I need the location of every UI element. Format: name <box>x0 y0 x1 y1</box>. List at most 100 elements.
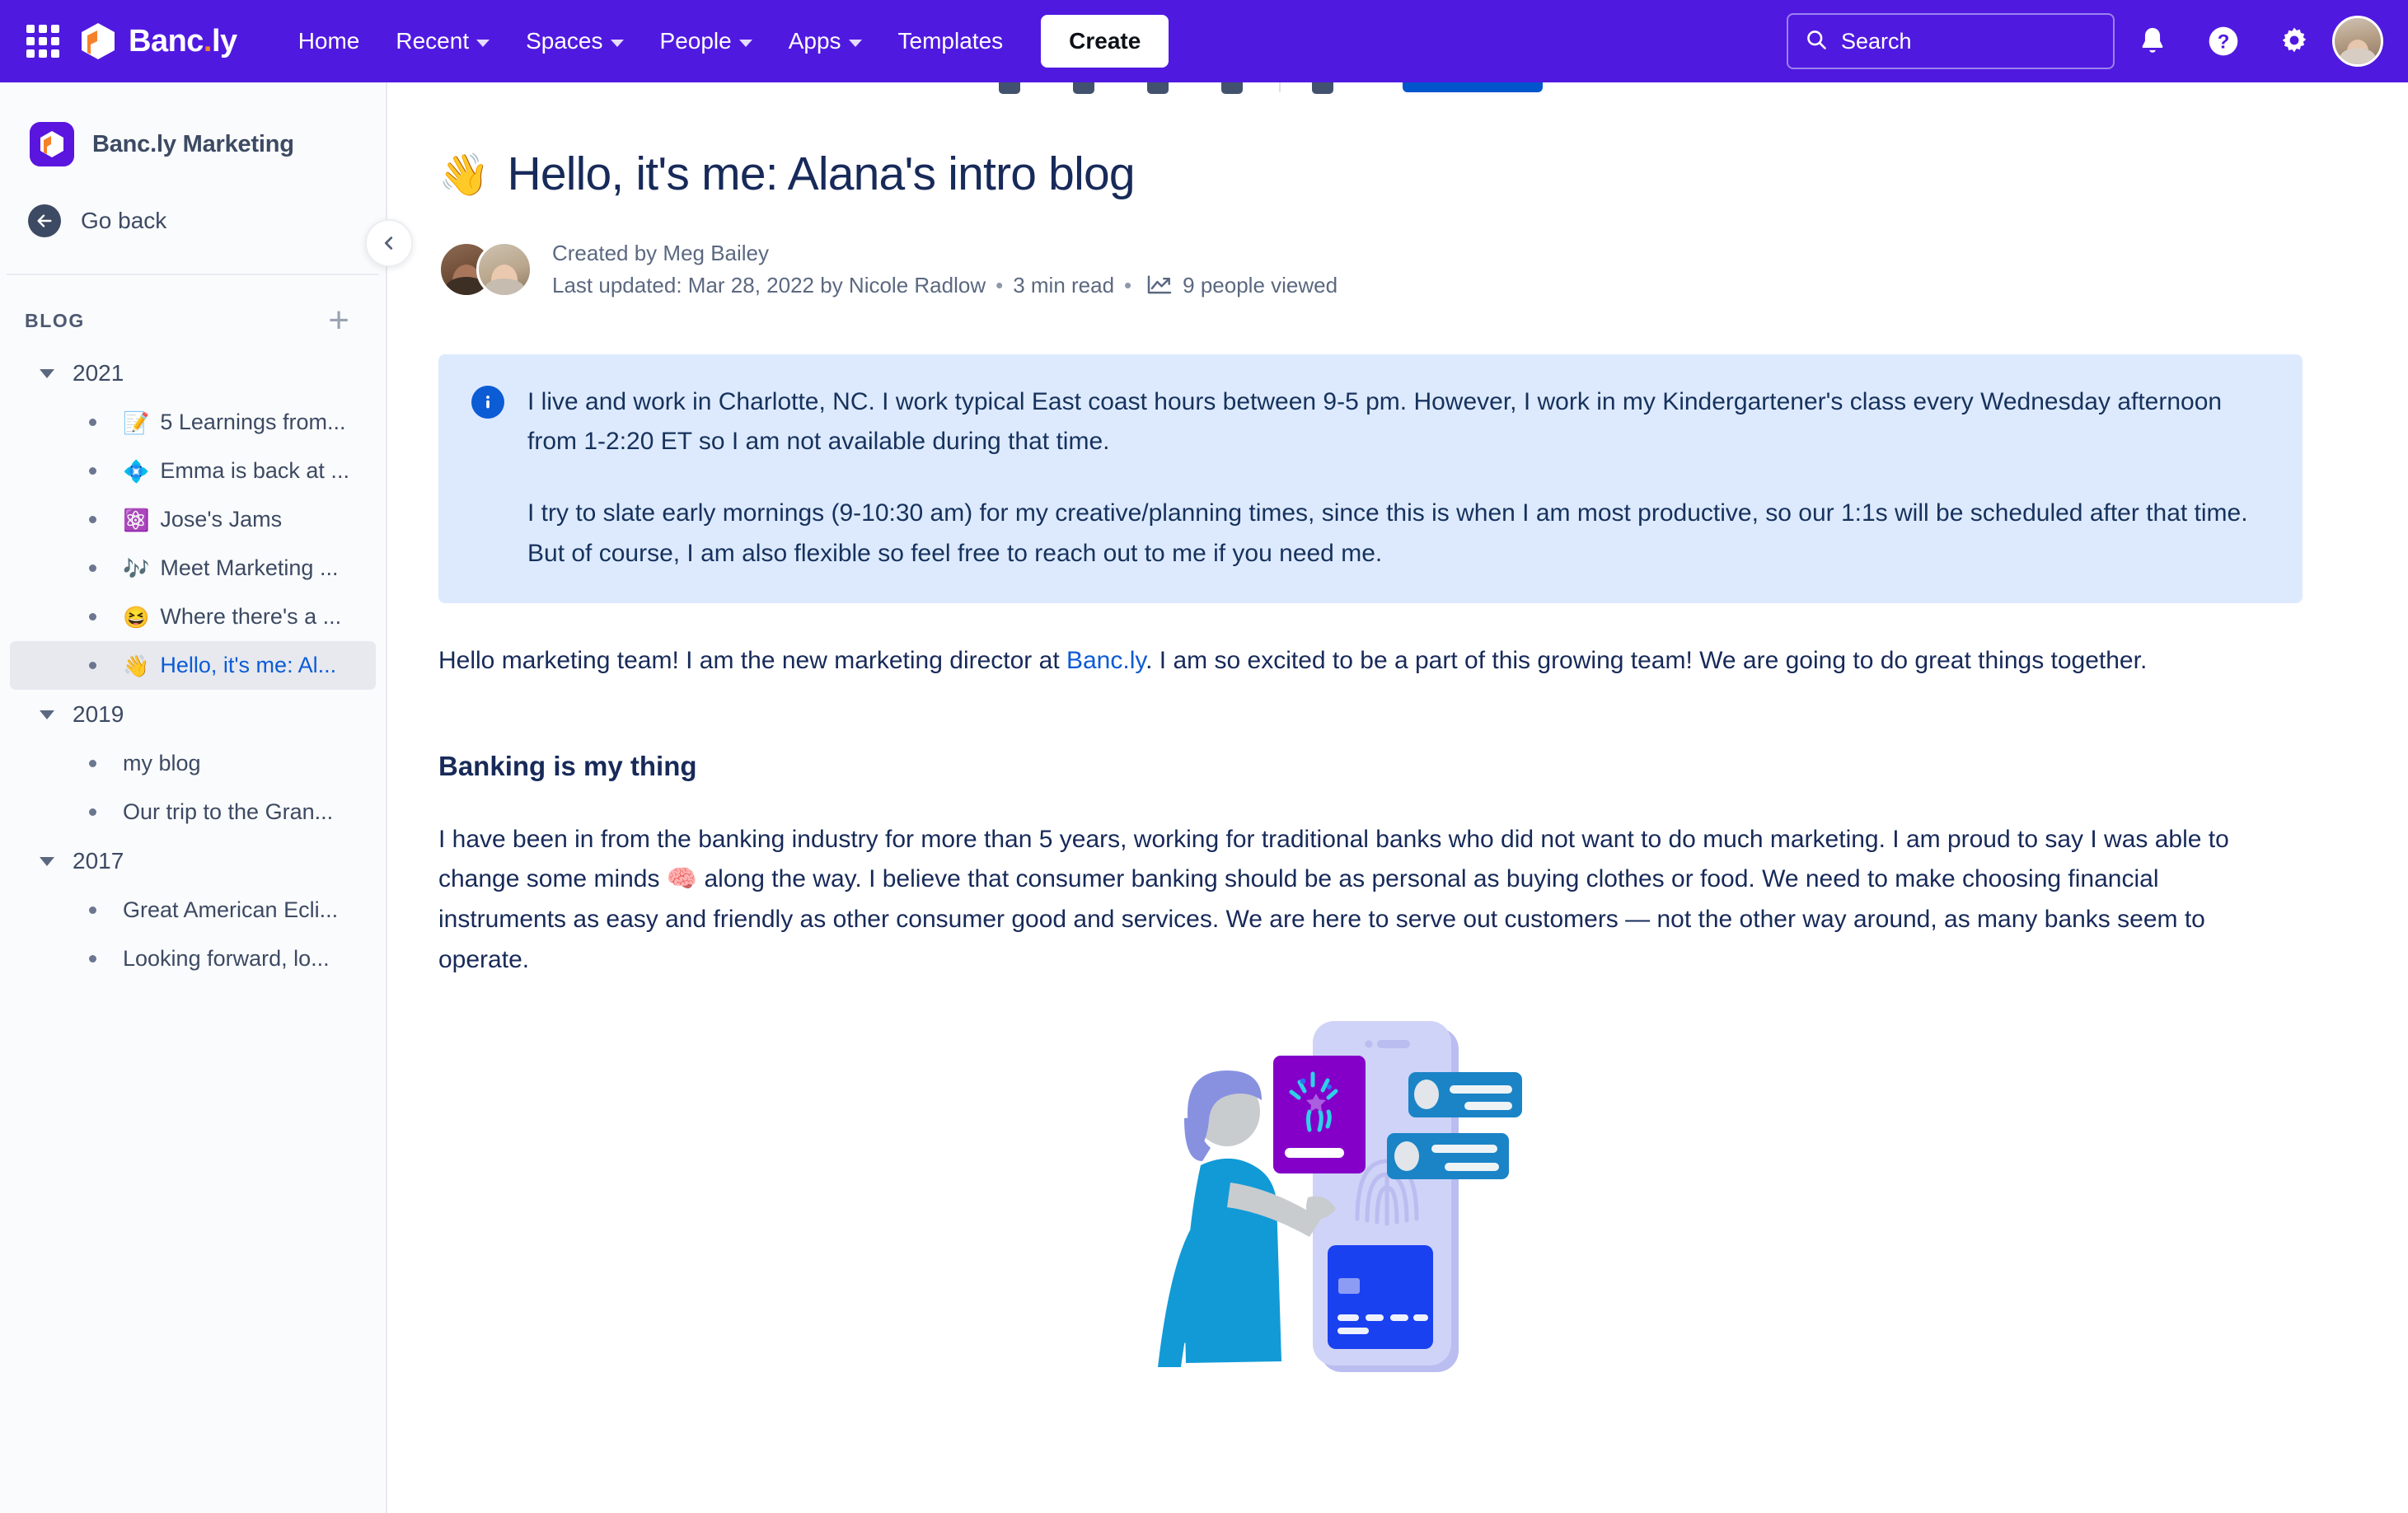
tree-item-hello-its-me[interactable]: 👋 Hello, it's me: Al... <box>10 641 376 690</box>
apps-grid-icon[interactable] <box>26 25 59 58</box>
views-label: 9 people viewed <box>1183 272 1338 297</box>
page-emoji-icon: 📝 <box>123 410 150 435</box>
edit-pencil-icon[interactable] <box>999 82 1020 94</box>
tree-year-label: 2019 <box>73 701 124 727</box>
watch-eye-icon[interactable] <box>1221 82 1243 94</box>
tree-item-where-theres-a[interactable]: 😆 Where there's a ... <box>10 593 376 641</box>
tree-item-great-american-eclipse[interactable]: Great American Ecli... <box>10 886 376 934</box>
page-emoji-icon: 👋 <box>123 653 150 678</box>
go-back-button[interactable]: Go back <box>0 166 386 237</box>
sidebar: Banc.ly Marketing Go back BLOG + 2021 📝 … <box>0 82 387 1513</box>
comment-icon[interactable] <box>1073 82 1094 94</box>
info-panel-body: I live and work in Charlotte, NC. I work… <box>527 382 2270 574</box>
collapse-sidebar-button[interactable] <box>365 219 413 267</box>
space-header[interactable]: Banc.ly Marketing <box>0 82 386 166</box>
page-actions-toolbar <box>389 82 2408 94</box>
chevron-down-icon <box>610 39 624 47</box>
tree-item-joses-jams[interactable]: ⚛️ Jose's Jams <box>10 495 376 544</box>
nav-item-label: Apps <box>788 28 841 54</box>
read-time-label: 3 min read <box>1013 272 1115 297</box>
bullet-icon <box>89 516 96 523</box>
nav-item-people[interactable]: People <box>642 16 771 66</box>
tree-year-2017[interactable]: 2017 <box>10 836 376 886</box>
page-emoji-icon: 💠 <box>123 458 150 484</box>
tree-item-label: 5 Learnings from... <box>160 410 346 434</box>
tree-year-label: 2017 <box>73 848 124 874</box>
tree-year-2019[interactable]: 2019 <box>10 690 376 739</box>
page-emoji-icon: ⚛️ <box>123 507 150 532</box>
last-updated-label: Last updated: Mar 28, 2022 by Nicole Rad… <box>552 272 986 297</box>
info-callout-panel: I live and work in Charlotte, NC. I work… <box>438 354 2303 604</box>
settings-gear-icon[interactable] <box>2261 8 2327 74</box>
illustration-wrapper <box>438 1013 2276 1380</box>
nav-item-label: Templates <box>897 28 1004 54</box>
bullet-icon <box>89 613 96 621</box>
chevron-down-icon <box>40 856 54 866</box>
help-question-icon[interactable]: ? <box>2190 8 2256 74</box>
arrow-left-icon <box>28 204 61 237</box>
nav-item-apps[interactable]: Apps <box>771 16 880 66</box>
top-navigation-bar: Banc.ly Home Recent Spaces People Apps T… <box>0 0 2408 82</box>
tree-year-label: 2021 <box>73 360 124 386</box>
tree-item-looking-forward[interactable]: Looking forward, lo... <box>10 934 376 983</box>
intro-paragraph: Hello marketing team! I am the new marke… <box>438 641 2276 682</box>
contributor-avatars[interactable] <box>438 241 534 297</box>
user-avatar[interactable] <box>2332 16 2383 67</box>
bullet-icon <box>89 808 96 816</box>
svg-text:?: ? <box>2218 31 2230 54</box>
bullet-icon <box>89 906 96 914</box>
bancly-link[interactable]: Banc.ly <box>1066 647 1145 674</box>
tree-item-our-trip-grand[interactable]: Our trip to the Gran... <box>10 788 376 836</box>
app-body: Banc.ly Marketing Go back BLOG + 2021 📝 … <box>0 82 2408 1513</box>
sidebar-section-header: BLOG + <box>0 275 386 339</box>
nav-item-label: Recent <box>396 28 470 54</box>
byline-text: Created by Meg Bailey Last updated: Mar … <box>552 241 1338 298</box>
star-favorite-icon[interactable] <box>1147 82 1169 94</box>
tree-item-meet-marketing[interactable]: 🎶 Meet Marketing ... <box>10 544 376 593</box>
separator-dot: • <box>996 272 1004 297</box>
nav-item-recent[interactable]: Recent <box>377 16 508 66</box>
tree-item-label: Where there's a ... <box>160 604 342 629</box>
chevron-down-icon <box>476 39 490 47</box>
nav-item-spaces[interactable]: Spaces <box>508 16 641 66</box>
tree-item-label: Our trip to the Gran... <box>123 799 334 824</box>
create-button[interactable]: Create <box>1041 15 1169 68</box>
nav-item-home[interactable]: Home <box>280 16 378 66</box>
document-content-area: 👋 Hello, it's me: Alana's intro blog Cre… <box>389 82 2408 1513</box>
share-button[interactable] <box>1403 82 1543 92</box>
toolbar-divider <box>1279 82 1281 92</box>
chevron-down-icon <box>40 368 54 378</box>
avatar[interactable] <box>476 241 532 297</box>
tree-item-my-blog[interactable]: my blog <box>10 739 376 788</box>
created-by-label: Created by Meg Bailey <box>552 240 770 265</box>
wave-emoji-icon: 👋 <box>438 151 490 198</box>
bullet-icon <box>89 467 96 475</box>
nav-item-label: People <box>659 28 732 54</box>
tree-item-emma-is-back[interactable]: 💠 Emma is back at ... <box>10 447 376 495</box>
brand-logo[interactable]: Banc.ly <box>79 21 237 61</box>
metadata-row: Last updated: Mar 28, 2022 by Nicole Rad… <box>552 273 1338 298</box>
byline: Created by Meg Bailey Last updated: Mar … <box>438 241 2408 298</box>
analytics-chart-icon[interactable] <box>1146 274 1173 296</box>
nav-item-templates[interactable]: Templates <box>880 16 1022 66</box>
tree-item-5-learnings[interactable]: 📝 5 Learnings from... <box>10 398 376 447</box>
page-emoji-icon: 😆 <box>123 604 150 630</box>
more-actions-icon[interactable] <box>1312 82 1333 94</box>
chevron-down-icon <box>738 39 752 47</box>
tree-year-2021[interactable]: 2021 <box>10 349 376 398</box>
info-icon <box>471 385 504 419</box>
bullet-icon <box>89 955 96 963</box>
separator-dot: • <box>1124 272 1132 297</box>
intro-text-after: . I am so excited to be a part of this g… <box>1145 647 2148 675</box>
search-icon <box>1805 28 1828 55</box>
add-page-icon[interactable]: + <box>328 302 349 339</box>
space-logo-icon <box>30 122 74 166</box>
search-box[interactable] <box>1787 13 2115 69</box>
sidebar-section-label: BLOG <box>25 310 85 331</box>
space-title: Banc.ly Marketing <box>92 130 294 157</box>
page-emoji-icon: 🎶 <box>123 555 150 581</box>
search-input[interactable] <box>1841 28 2096 54</box>
tree-item-label: Looking forward, lo... <box>123 946 330 971</box>
notifications-bell-icon[interactable] <box>2120 8 2185 74</box>
bancly-logo-icon <box>79 21 117 61</box>
